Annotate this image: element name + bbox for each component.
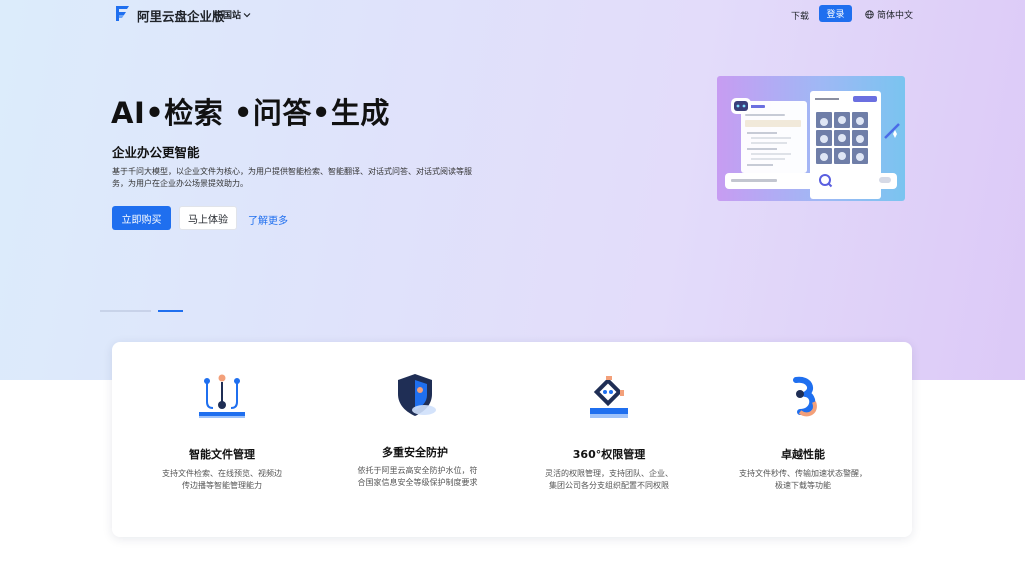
hero-subtitle: 企业办公更智能 (112, 145, 200, 160)
permission-icon (590, 376, 628, 418)
buy-now-button[interactable]: 立即购买 (112, 206, 171, 230)
shield-icon (398, 374, 436, 416)
language-label: 简体中文 (877, 11, 914, 21)
mockup-illustration (725, 91, 900, 199)
file-management-icon (199, 374, 245, 418)
logo-f-icon[interactable] (114, 5, 130, 22)
product-mockup-image (717, 76, 905, 201)
globe-icon (865, 10, 874, 19)
download-link[interactable]: 下载 (791, 9, 809, 22)
feature-description: 灵活的权限管理，支持团队、企业、集团公司各分支组织配置不同权限 (545, 469, 673, 490)
feature-description: 支持文件秒传、传输加速状态警醒，极速下载等功能 (739, 469, 867, 490)
region-label: 中国站 (214, 11, 242, 21)
performance-icon (793, 376, 817, 417)
feature-permission: 360°权限管理 灵活的权限管理，支持团队、企业、集团公司各分支组织配置不同权限 (509, 342, 709, 537)
feature-title: 卓越性能 (781, 448, 825, 461)
feature-title: 多重安全防护 (382, 446, 448, 459)
feature-performance: 卓越性能 支持文件秒传、传输加速状态警醒，极速下载等功能 (703, 342, 903, 537)
carousel-indicator-2-active[interactable] (158, 310, 183, 312)
chevron-down-icon (243, 12, 251, 17)
region-selector[interactable]: 中国站 (214, 8, 251, 21)
feature-title: 智能文件管理 (189, 448, 255, 461)
features-card: 智能文件管理 支持文件检索、在线预览、视频边传边播等智能管理能力 多重安全防护 … (112, 342, 912, 537)
feature-description: 支持文件检索、在线预览、视频边传边播等智能管理能力 (162, 469, 282, 490)
carousel-indicator-1[interactable] (100, 310, 151, 312)
hero-description: 基于千问大模型，以企业文件为核心，为用户提供智能检索、智能翻译、对话式问答、对话… (112, 167, 472, 188)
language-selector[interactable]: 简体中文 (865, 8, 913, 21)
feature-file-management: 智能文件管理 支持文件检索、在线预览、视频边传边播等智能管理能力 (122, 342, 322, 537)
feature-security: 多重安全防护 依托于阿里云高安全防护水位，符合国家信息安全等级保护制度要求 (315, 342, 515, 537)
login-button[interactable]: 登录 (819, 5, 852, 22)
brand-name[interactable]: 阿里云盘企业版 (137, 6, 225, 25)
hero-title: AI•检索 •问答•生成 (111, 96, 390, 130)
hero-section: 阿里云盘企业版 中国站 下载 登录 简体中文 AI•检索 •问答•生成 企业办公… (0, 0, 1025, 380)
feature-description: 依托于阿里云高安全防护水位，符合国家信息安全等级保护制度要求 (357, 466, 478, 487)
try-now-button[interactable]: 马上体验 (179, 206, 237, 230)
learn-more-link[interactable]: 了解更多 (248, 212, 288, 227)
top-navigation: 阿里云盘企业版 中国站 下载 登录 简体中文 (0, 0, 1025, 28)
feature-title: 360°权限管理 (572, 448, 646, 461)
